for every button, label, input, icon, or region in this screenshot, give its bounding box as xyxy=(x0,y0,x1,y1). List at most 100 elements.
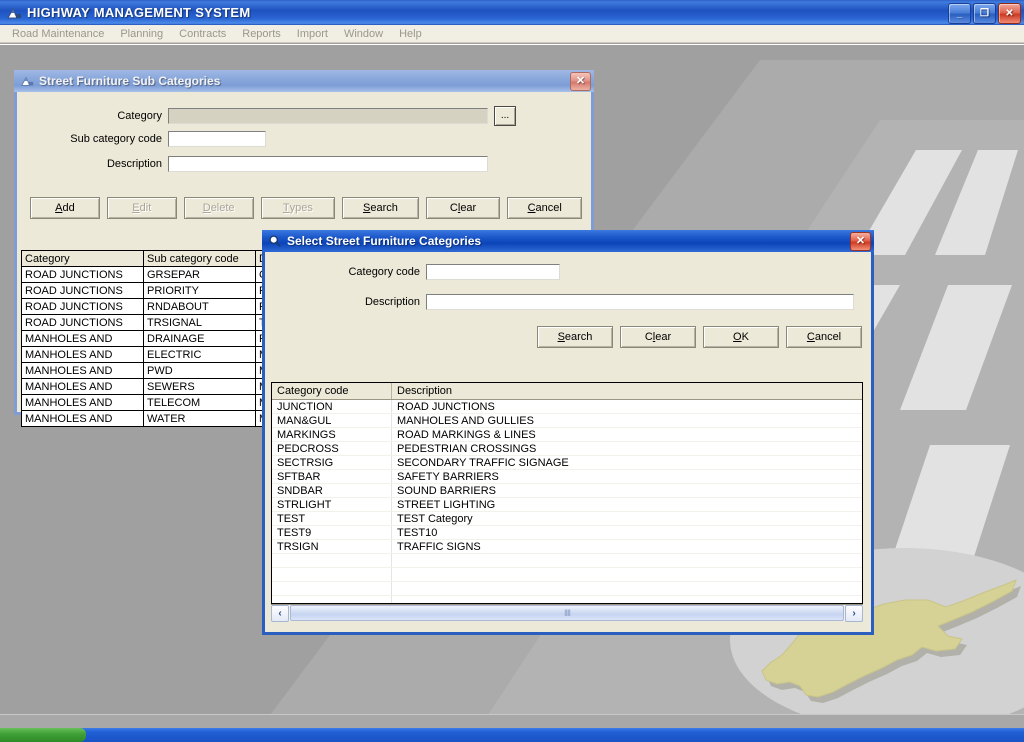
cell-category-code: SFTBAR xyxy=(272,470,392,483)
start-button[interactable] xyxy=(0,728,86,742)
list-item[interactable]: JUNCTION ROAD JUNCTIONS xyxy=(272,400,862,414)
cell-description: PEDESTRIAN CROSSINGS xyxy=(397,442,537,455)
close-icon[interactable]: ✕ xyxy=(570,72,591,91)
select-categories-frame: Category code Description Search Cl ear O… xyxy=(262,252,874,635)
select-categories-titlebar[interactable]: Select Street Furniture Categories ✕ xyxy=(262,230,874,252)
list-item-empty xyxy=(272,568,862,582)
cell-category-code: TRSIGN xyxy=(272,540,392,553)
category-input[interactable] xyxy=(168,108,488,124)
cell-description: ROAD MARKINGS & LINES xyxy=(397,428,536,441)
menu-item-road-maintenance[interactable]: Road Maintenance xyxy=(4,27,112,41)
cell-description: ROAD JUNCTIONS xyxy=(397,400,495,413)
app-icon xyxy=(7,7,21,18)
select-categories-button-row: Search Cl ear OK Cancel xyxy=(537,326,862,348)
cell-description: SOUND BARRIERS xyxy=(397,484,497,497)
cancel-button[interactable]: Cancel xyxy=(507,197,582,219)
menu-item-planning[interactable]: Planning xyxy=(112,27,171,41)
search-button[interactable]: Search xyxy=(342,197,419,219)
delete-button[interactable]: Delete xyxy=(183,197,254,219)
list-item[interactable]: SNDBAR SOUND BARRIERS xyxy=(272,484,862,498)
clear-button[interactable]: Cl ear xyxy=(425,197,501,219)
cell-description: TEST Category xyxy=(397,512,473,525)
add-button[interactable]: Add xyxy=(30,197,100,219)
category-list-header: Category code Description xyxy=(272,383,862,400)
sub-category-code-label: Sub category code xyxy=(70,133,162,145)
list-item[interactable]: TRSIGN TRAFFIC SIGNS xyxy=(272,540,862,554)
cell-category-code: PEDCROSS xyxy=(272,442,392,455)
cell-category-code: SNDBAR xyxy=(272,484,392,497)
scroll-left-arrow-icon[interactable]: ‹ xyxy=(271,604,289,622)
category-row: Category ... xyxy=(17,106,517,126)
category-list[interactable]: Category code Description JUNCTION ROAD J… xyxy=(271,382,863,604)
app-icon xyxy=(21,76,34,86)
cell-empty xyxy=(392,582,862,595)
select-clear-button[interactable]: Cl ear xyxy=(620,326,696,348)
list-item[interactable]: SECTRSIG SECONDARY TRAFFIC SIGNAGE xyxy=(272,456,862,470)
select-cancel-button[interactable]: Cancel xyxy=(786,326,862,348)
category-browse-button[interactable]: ... xyxy=(494,106,516,126)
cell-category-code: STRLIGHT xyxy=(272,498,392,511)
scrollbar-thumb[interactable]: IIII xyxy=(290,605,844,621)
list-item[interactable]: PEDCROSS PEDESTRIAN CROSSINGS xyxy=(272,442,862,456)
menu-item-import[interactable]: Import xyxy=(289,27,336,41)
select-categories-title-text: Select Street Furniture Categories xyxy=(287,234,482,248)
cell-sub-category-code: GRSEPAR xyxy=(144,267,256,282)
cell-description: TRAFFIC SIGNS xyxy=(397,540,481,553)
category-code-label: Category code xyxy=(348,266,420,278)
cell-category-code: MARKINGS xyxy=(272,428,392,441)
app-title-text: HIGHWAY MANAGEMENT SYSTEM xyxy=(27,5,251,20)
edit-button[interactable]: Edit xyxy=(106,197,177,219)
menu-item-contracts[interactable]: Contracts xyxy=(171,27,234,41)
menu-item-reports[interactable]: Reports xyxy=(234,27,289,41)
menu-item-help[interactable]: Help xyxy=(391,27,430,41)
cell-category: MANHOLES AND xyxy=(22,363,144,378)
menubar: Road Maintenance Planning Contracts Repo… xyxy=(0,25,1024,43)
types-button[interactable]: Types xyxy=(260,197,336,219)
select-search-button[interactable]: Search xyxy=(537,326,613,348)
select-description-input[interactable] xyxy=(426,294,854,310)
list-col-description: Description xyxy=(397,385,453,397)
cell-category-code: MAN&GUL xyxy=(272,414,392,427)
category-code-input[interactable] xyxy=(426,264,560,280)
list-item[interactable]: MAN&GUL MANHOLES AND GULLIES xyxy=(272,414,862,428)
restore-button[interactable]: ❐ xyxy=(973,3,996,24)
list-item[interactable]: TEST9 TEST10 xyxy=(272,526,862,540)
cell-empty xyxy=(392,554,862,567)
grid-col-category: Category xyxy=(22,251,144,266)
select-description-label: Description xyxy=(364,296,420,308)
select-ok-button[interactable]: OK xyxy=(703,326,779,348)
cell-category: MANHOLES AND xyxy=(22,379,144,394)
description-input[interactable] xyxy=(168,156,488,172)
list-item-empty xyxy=(272,596,862,603)
cell-empty xyxy=(272,568,392,581)
cell-category-code: SECTRSIG xyxy=(272,456,392,469)
cell-sub-category-code: SEWERS xyxy=(144,379,256,394)
taskbar xyxy=(0,728,1024,742)
category-code-row: Category code xyxy=(265,264,825,280)
close-button[interactable]: ✕ xyxy=(998,3,1021,24)
cell-category: ROAD JUNCTIONS xyxy=(22,315,144,330)
category-list-hscrollbar[interactable]: ‹ IIII › xyxy=(271,604,863,622)
minimize-button[interactable]: _ xyxy=(948,3,971,24)
category-list-body: JUNCTION ROAD JUNCTIONS MAN&GUL MANHOLES AN… xyxy=(272,400,862,603)
close-icon[interactable]: ✕ xyxy=(850,232,871,251)
scroll-right-arrow-icon[interactable]: › xyxy=(845,604,863,622)
magnifier-icon xyxy=(269,235,281,247)
cell-description: SECONDARY TRAFFIC SIGNAGE xyxy=(397,456,569,469)
sub-category-code-row: Sub category code xyxy=(17,131,417,147)
sub-category-code-input[interactable] xyxy=(168,131,266,147)
cell-empty xyxy=(272,554,392,567)
description-label: Description xyxy=(106,158,162,170)
menu-item-window[interactable]: Window xyxy=(336,27,391,41)
cell-empty xyxy=(272,596,392,603)
list-item[interactable]: TEST TEST Category xyxy=(272,512,862,526)
sub-categories-titlebar[interactable]: Street Furniture Sub Categories ✕ xyxy=(14,70,594,92)
cell-category: MANHOLES AND xyxy=(22,395,144,410)
cell-category: ROAD JUNCTIONS xyxy=(22,267,144,282)
select-street-furniture-categories-dialog: Select Street Furniture Categories ✕ Cat… xyxy=(262,230,874,635)
sub-categories-button-row: Add Edit Delete Types Search Cl ear Cance… xyxy=(30,197,582,219)
list-item[interactable]: SFTBAR SAFETY BARRIERS xyxy=(272,470,862,484)
list-item-empty xyxy=(272,582,862,596)
list-item[interactable]: STRLIGHT STREET LIGHTING xyxy=(272,498,862,512)
list-item[interactable]: MARKINGS ROAD MARKINGS & LINES xyxy=(272,428,862,442)
